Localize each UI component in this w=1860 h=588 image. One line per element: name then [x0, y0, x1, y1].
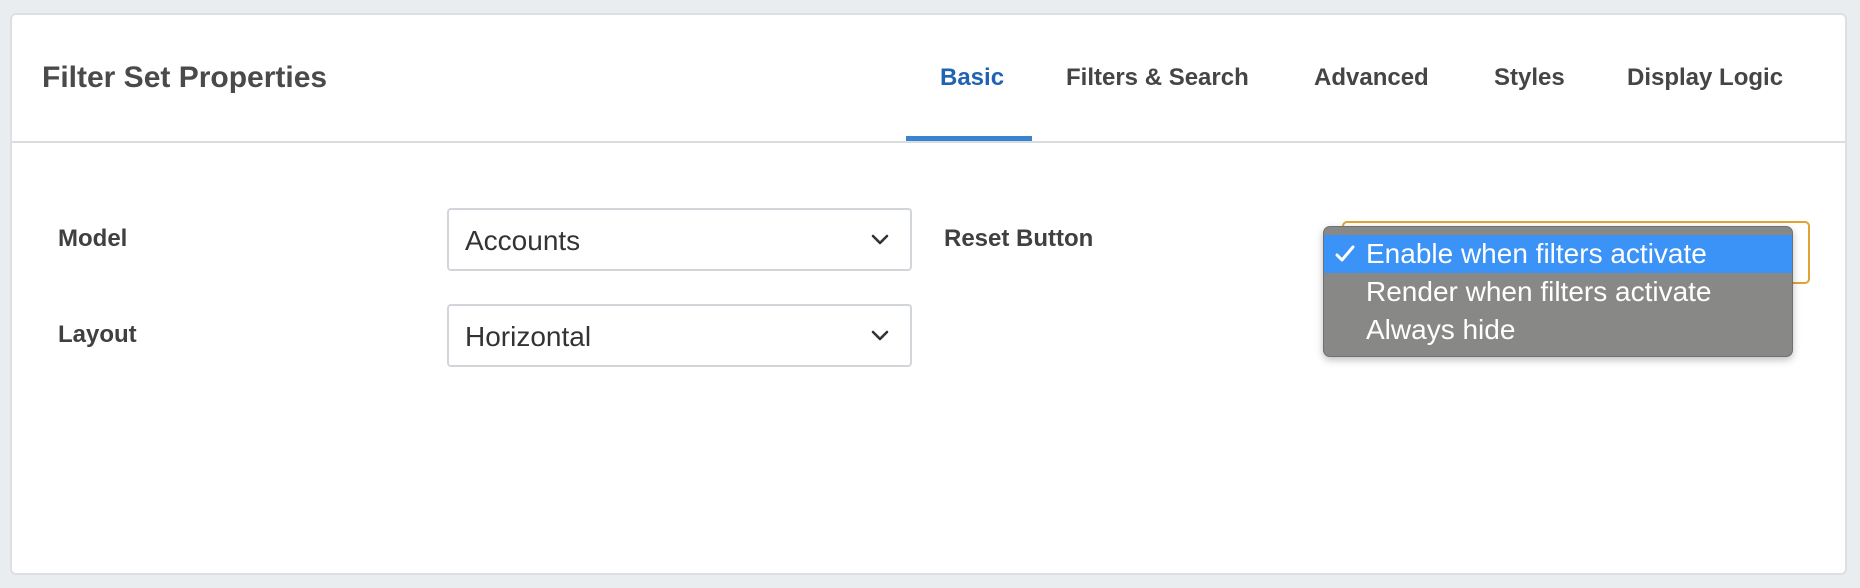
dropdown-option-always-hide[interactable]: Always hide: [1324, 311, 1792, 349]
panel-header: Filter Set Properties Basic Filters & Se…: [12, 15, 1845, 143]
dropdown-option-label: Always hide: [1366, 314, 1516, 345]
tab-display-logic[interactable]: Display Logic: [1627, 63, 1783, 93]
filter-set-properties-panel: Filter Set Properties Basic Filters & Se…: [10, 13, 1847, 575]
dropdown-option-label: Enable when filters activate: [1366, 238, 1707, 269]
model-select-value: Accounts: [465, 225, 581, 256]
chevron-down-icon: [871, 330, 889, 341]
reset-button-label: Reset Button: [944, 225, 1094, 252]
dropdown-option-enable[interactable]: Enable when filters activate: [1324, 235, 1792, 273]
model-label: Model: [58, 225, 128, 252]
chevron-down-icon: [871, 234, 889, 245]
active-tab-indicator: [906, 136, 1032, 141]
page-title: Filter Set Properties: [42, 61, 328, 94]
dropdown-option-render[interactable]: Render when filters activate: [1324, 273, 1792, 311]
tab-styles[interactable]: Styles: [1494, 63, 1565, 93]
dropdown-option-label: Render when filters activate: [1366, 276, 1712, 307]
tab-basic[interactable]: Basic: [940, 63, 1004, 93]
model-select[interactable]: Accounts: [447, 208, 912, 271]
layout-label: Layout: [58, 321, 137, 348]
reset-button-dropdown: Enable when filters activate Render when…: [1323, 226, 1793, 357]
tab-filters-search[interactable]: Filters & Search: [1066, 63, 1249, 93]
layout-select[interactable]: Horizontal: [447, 304, 912, 367]
tab-advanced[interactable]: Advanced: [1314, 63, 1429, 93]
checkmark-icon: [1335, 245, 1355, 262]
layout-select-value: Horizontal: [465, 321, 592, 352]
